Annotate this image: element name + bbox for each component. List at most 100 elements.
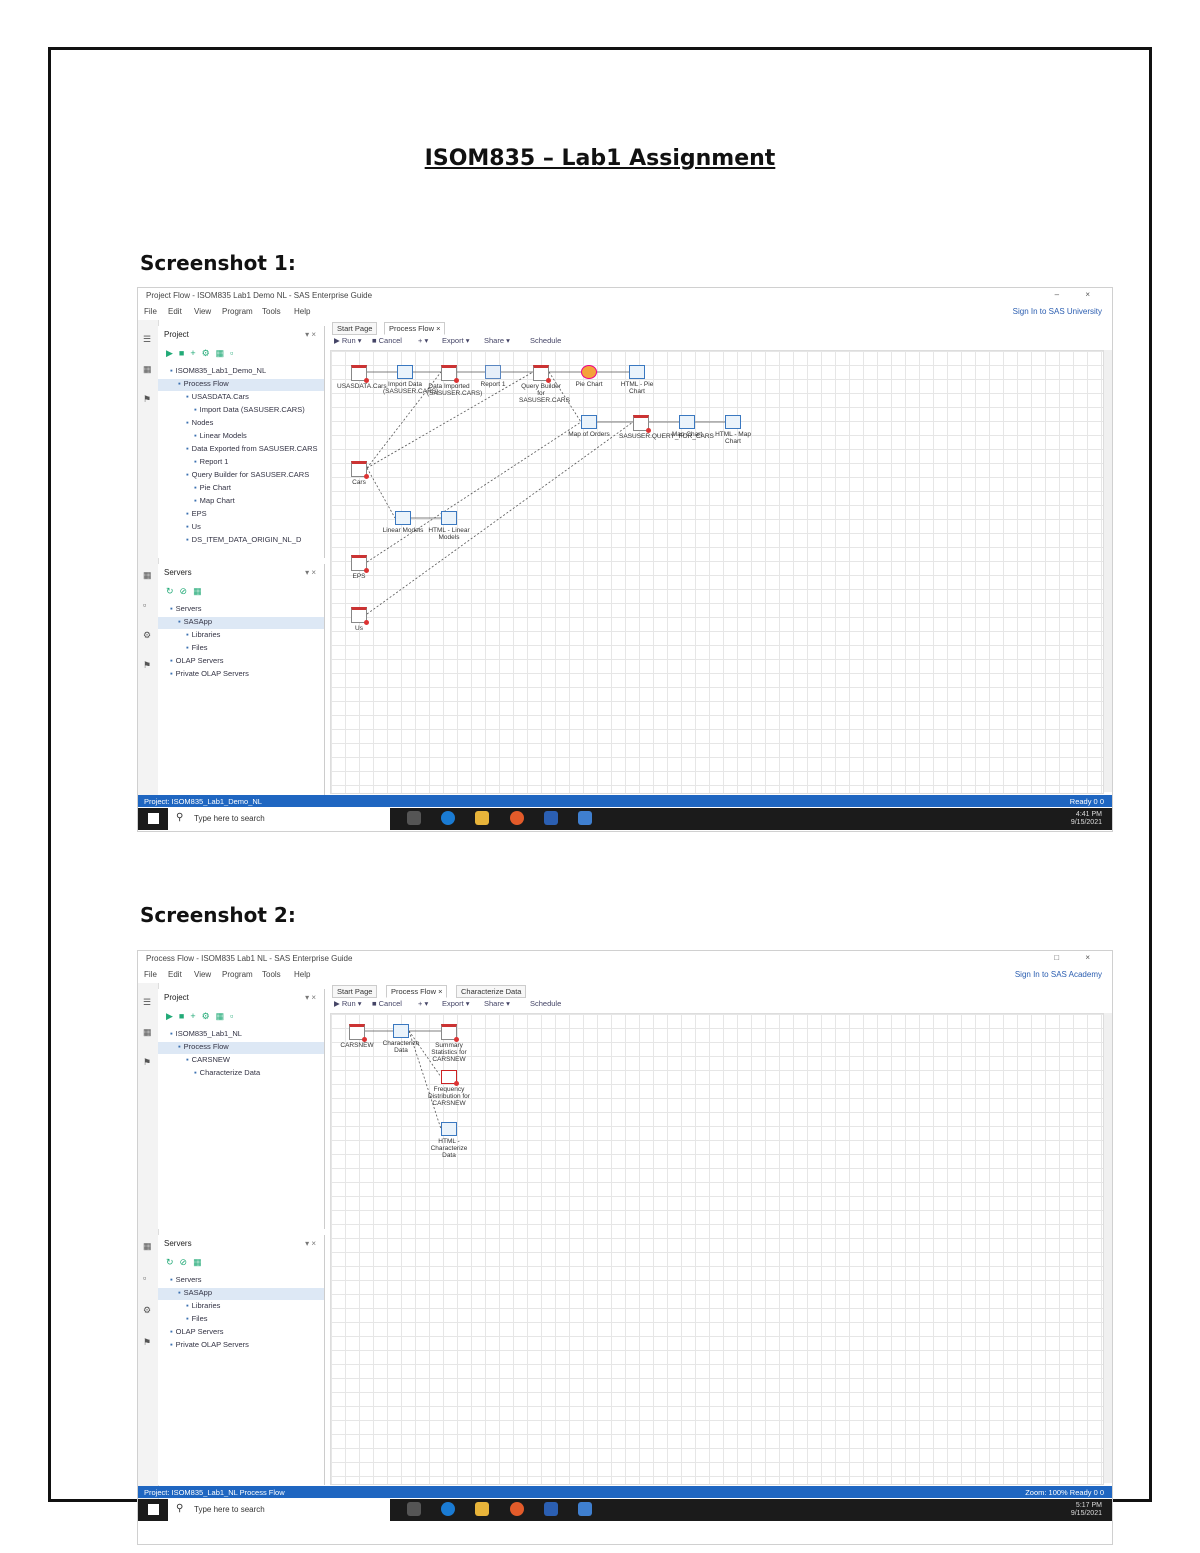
task-icon[interactable]: ▦	[143, 364, 153, 374]
tab-characterize-data[interactable]: Characterize Data	[456, 985, 527, 998]
server-icon[interactable]: ▦	[143, 1241, 153, 1251]
tree-item[interactable]: ▪ Characterize Data	[158, 1068, 260, 1080]
windows-start-icon[interactable]	[148, 1504, 159, 1515]
edge-icon[interactable]	[441, 811, 456, 825]
schedule-button[interactable]: Schedule	[530, 336, 561, 345]
gear-icon[interactable]: ⚙	[143, 1305, 153, 1315]
project-panel-close[interactable]: ▾ ×	[305, 993, 316, 1002]
sas-eg-icon[interactable]	[578, 811, 593, 825]
run-button[interactable]: ▶ Run ▾	[334, 999, 361, 1008]
window-controls[interactable]: □ ×	[1054, 953, 1102, 962]
flag-icon[interactable]: ⚑	[143, 394, 153, 404]
flow-node[interactable]: Cars	[337, 461, 381, 486]
file-explorer-icon[interactable]	[475, 811, 490, 825]
tree-item[interactable]: ▪ CARSNEW	[158, 1055, 230, 1067]
tree-item[interactable]: ▪ SASApp	[158, 1288, 324, 1300]
export-button[interactable]: Export ▾	[442, 999, 470, 1008]
tree-item[interactable]: ▪ Process Flow	[158, 379, 324, 391]
tree-item[interactable]: ▪ DS_ITEM_DATA_ORIGIN_NL_D	[158, 535, 301, 547]
add-button[interactable]: + ▾	[418, 999, 428, 1008]
flow-node[interactable]: Report 1	[471, 365, 515, 388]
tree-item[interactable]: ▪ Servers	[158, 604, 202, 616]
tree-item[interactable]: ▪ Us	[158, 522, 201, 534]
flow-node[interactable]: Characterize Data	[379, 1024, 423, 1054]
window-controls[interactable]: – ×	[1055, 290, 1102, 299]
word-icon[interactable]	[543, 811, 558, 825]
cancel-button[interactable]: ■ Cancel	[372, 999, 402, 1008]
tree-item[interactable]: ▪ OLAP Servers	[158, 1327, 223, 1339]
bookmark-icon[interactable]: ⚑	[143, 1337, 153, 1347]
vertical-scrollbar[interactable]	[1104, 350, 1112, 792]
gear-icon[interactable]: ⚙	[143, 630, 153, 640]
sign-in-link[interactable]: Sign In to SAS Academy	[1015, 970, 1102, 979]
tree-item[interactable]: ▪ Map Chart	[158, 496, 235, 508]
task-view-icon[interactable]	[407, 811, 421, 825]
flow-node[interactable]: Data Imported (SASUSER.CARS)	[427, 365, 482, 397]
taskbar-search[interactable]: ⚲ Type here to search	[168, 1499, 390, 1521]
tree-item[interactable]: ▪ SASApp	[158, 617, 324, 629]
schedule-button[interactable]: Schedule	[530, 999, 561, 1008]
flow-node[interactable]: HTML - Characterize Data	[427, 1122, 471, 1159]
flow-node[interactable]: USASDATA.Cars	[337, 365, 387, 390]
word-icon[interactable]	[543, 1502, 558, 1516]
menu-edit[interactable]: Edit	[168, 970, 182, 979]
project-panel-close[interactable]: ▾ ×	[305, 330, 316, 339]
cancel-button[interactable]: ■ Cancel	[372, 336, 402, 345]
sign-in-link[interactable]: Sign In to SAS University	[1013, 307, 1102, 316]
tree-item[interactable]: ▪ Data Exported from SASUSER.CARS	[158, 444, 318, 456]
flow-node[interactable]: Pie Chart	[567, 365, 611, 388]
tree-item[interactable]: ▪ Report 1	[158, 457, 228, 469]
menu-help[interactable]: Help	[294, 307, 310, 316]
tab-start-page[interactable]: Start Page	[332, 985, 378, 998]
export-button[interactable]: Export ▾	[442, 336, 470, 345]
tree-item[interactable]: ▪ Process Flow	[158, 1042, 324, 1054]
flag-icon[interactable]: ⚑	[143, 1057, 153, 1067]
project-toolbar[interactable]: ▶■+⚙▦▫	[166, 1011, 239, 1022]
taskbar-search[interactable]: ⚲ Type here to search	[168, 808, 390, 830]
doc-icon[interactable]: ▫	[143, 600, 153, 610]
flow-node[interactable]: Us	[337, 607, 381, 632]
project-icon[interactable]: ☰	[143, 334, 153, 344]
bookmark-icon[interactable]: ⚑	[143, 660, 153, 670]
tree-item[interactable]: ▪ Servers	[158, 1275, 202, 1287]
add-button[interactable]: + ▾	[418, 336, 428, 345]
tree-item[interactable]: ▪ USASDATA.Cars	[158, 392, 249, 404]
tree-item[interactable]: ▪ Linear Models	[158, 431, 247, 443]
process-flow-canvas[interactable]: USASDATA.Cars Import Data (SASUSER.CARS) D…	[330, 350, 1104, 794]
flow-node[interactable]: HTML - Map Chart	[711, 415, 755, 445]
menu-edit[interactable]: Edit	[168, 307, 182, 316]
menu-program[interactable]: Program	[222, 307, 253, 316]
flow-node[interactable]: HTML - Pie Chart	[615, 365, 659, 395]
tree-item[interactable]: ▪ Private OLAP Servers	[158, 1340, 249, 1352]
tree-item[interactable]: ▪ Nodes	[158, 418, 213, 430]
flow-node[interactable]: Import Data (SASUSER.CARS)	[383, 365, 438, 395]
flow-node[interactable]: HTML - Linear Models	[427, 511, 471, 541]
servers-panel-close[interactable]: ▾ ×	[305, 568, 316, 577]
servers-toolbar[interactable]: ↻⊘▦	[166, 586, 208, 597]
flow-node[interactable]: Linear Models	[381, 511, 425, 534]
project-toolbar[interactable]: ▶■+⚙▦▫	[166, 348, 239, 359]
share-button[interactable]: Share ▾	[484, 336, 510, 345]
sas-eg-icon[interactable]	[578, 1502, 593, 1516]
doc-icon[interactable]: ▫	[143, 1273, 153, 1283]
tree-item[interactable]: ▪ Files	[158, 1314, 208, 1326]
vertical-scrollbar[interactable]	[1104, 1013, 1112, 1483]
tree-item[interactable]: ▪ Query Builder for SASUSER.CARS	[158, 470, 309, 482]
flow-node[interactable]: SASUSER.QUERY_FOR_CARS	[619, 415, 714, 440]
flow-node[interactable]: EPS	[337, 555, 381, 580]
server-icon[interactable]: ▦	[143, 570, 153, 580]
menu-file[interactable]: File	[144, 970, 157, 979]
tree-item[interactable]: ▪ Libraries	[158, 630, 220, 642]
chrome-icon[interactable]	[509, 1502, 524, 1516]
tree-item[interactable]: ▪ Pie Chart	[158, 483, 231, 495]
share-button[interactable]: Share ▾	[484, 999, 510, 1008]
flow-node[interactable]: Summary Statistics for CARSNEW	[427, 1024, 471, 1063]
menu-program[interactable]: Program	[222, 970, 253, 979]
menu-tools[interactable]: Tools	[262, 307, 281, 316]
chrome-icon[interactable]	[509, 811, 524, 825]
tree-item[interactable]: ▪ ISOM835_Lab1_NL	[158, 1029, 242, 1041]
edge-icon[interactable]	[441, 1502, 456, 1516]
flow-node[interactable]: Frequency Distribution for CARSNEW	[427, 1070, 471, 1107]
tree-item[interactable]: ▪ OLAP Servers	[158, 656, 223, 668]
windows-start-icon[interactable]	[148, 813, 159, 824]
